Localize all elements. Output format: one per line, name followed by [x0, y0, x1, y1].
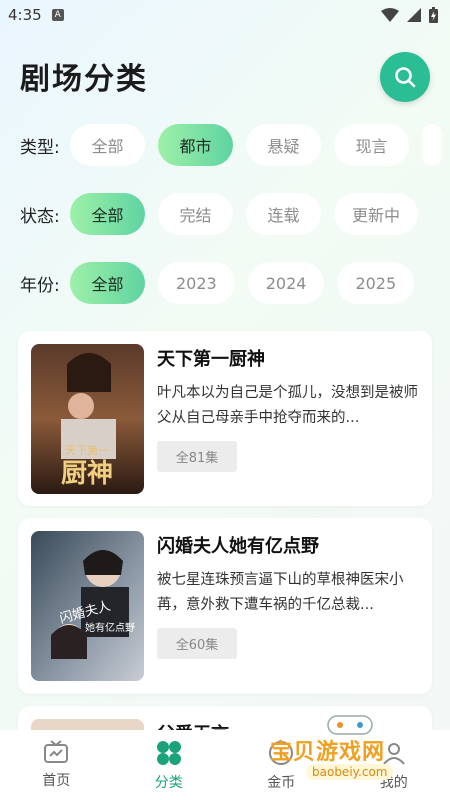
wifi-icon — [381, 8, 399, 22]
watermark-title: 宝贝游戏网 — [270, 740, 386, 765]
chip-status-all[interactable]: 全部 — [70, 193, 145, 235]
svg-text:厨神: 厨神 — [61, 459, 113, 489]
drama-description: 叶凡本以为自己是个孤儿，没想到是被师父从自己母亲手中抢夺而来的... — [157, 385, 418, 426]
category-grid-icon — [156, 741, 181, 765]
signal-icon — [407, 8, 421, 22]
episode-badge: 全81集 — [157, 441, 237, 472]
filter-label-type: 类型: — [20, 137, 60, 158]
filter-row-type: 类型: 全部 都市 悬疑 现言 — [20, 124, 450, 166]
episode-badge: 全60集 — [157, 628, 237, 659]
svg-text:她有亿点野: 她有亿点野 — [85, 621, 135, 634]
chip-type-modern-romance[interactable]: 现言 — [334, 124, 409, 166]
tab-home[interactable]: 首页 — [0, 730, 113, 800]
chip-status-finished[interactable]: 完结 — [158, 193, 233, 235]
tab-category[interactable]: 分类 — [113, 730, 226, 800]
page-title: 剧场分类 — [20, 62, 148, 97]
chip-year-2024[interactable]: 2024 — [247, 262, 325, 304]
tv-icon — [44, 740, 69, 763]
drama-card[interactable]: 天下第一 厨神 天下第一厨神 叶凡本以为自己是个孤儿，没想到是被师父从自己母亲手… — [18, 331, 432, 506]
drama-poster[interactable]: 天下第一 厨神 — [31, 344, 144, 494]
watermark-url: baobeiy.com — [306, 764, 394, 780]
header: 剧场分类 — [20, 52, 430, 102]
drama-poster[interactable]: 闪婚夫人 她有亿点野 — [31, 531, 144, 681]
drama-title: 闪婚夫人她有亿点野 — [157, 536, 319, 557]
chip-year-2025[interactable]: 2025 — [337, 262, 415, 304]
battery-icon — [429, 7, 438, 23]
chip-type-all[interactable]: 全部 — [70, 124, 145, 166]
filter-row-year: 年份: 全部 2023 2024 2025 — [20, 262, 450, 304]
filter-row-status: 状态: 全部 完结 连载 更新中 — [20, 193, 450, 235]
watermark: 宝贝游戏网 baobeiy.com — [268, 712, 438, 792]
tab-label: 首页 — [42, 773, 71, 789]
chip-status-updating[interactable]: 更新中 — [334, 193, 419, 235]
svg-text:天下第一: 天下第一 — [65, 443, 109, 457]
chip-status-serializing[interactable]: 连载 — [246, 193, 321, 235]
chip-type-more[interactable] — [422, 124, 442, 166]
drama-card[interactable]: 闪婚夫人 她有亿点野 闪婚夫人她有亿点野 被七星连珠预言逼下山的草根神医宋小苒，… — [18, 518, 432, 694]
poster-image: 天下第一 厨神 — [31, 344, 144, 494]
chip-year-2023[interactable]: 2023 — [158, 262, 235, 304]
chip-type-suspense[interactable]: 悬疑 — [246, 124, 321, 166]
poster-image: 闪婚夫人 她有亿点野 — [31, 531, 144, 681]
notification-icon: A — [51, 9, 64, 21]
chip-year-all[interactable]: 全部 — [70, 262, 145, 304]
filter-label-status: 状态: — [20, 206, 60, 227]
status-bar: 4:35 A — [0, 0, 450, 30]
filter-label-year: 年份: — [20, 275, 60, 296]
drama-title: 天下第一厨神 — [157, 349, 265, 370]
tab-label: 分类 — [154, 775, 183, 791]
search-icon — [395, 67, 416, 88]
status-time: 4:35 — [8, 6, 42, 24]
chip-type-urban[interactable]: 都市 — [158, 124, 233, 166]
search-button[interactable] — [380, 52, 430, 102]
drama-description: 被七星连珠预言逼下山的草根神医宋小苒，意外救下遭车祸的千亿总裁... — [157, 572, 404, 613]
